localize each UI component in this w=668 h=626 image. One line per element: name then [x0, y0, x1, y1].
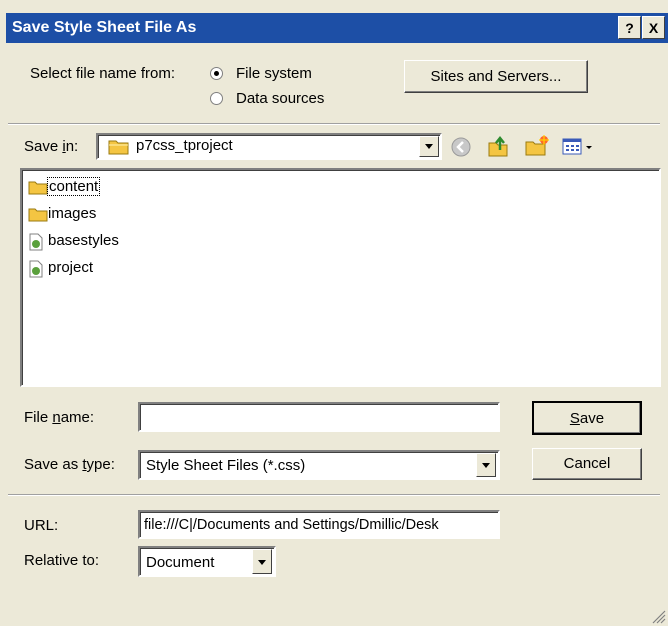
url-value: file:///C|/Documents and Settings/Dmilli…	[144, 517, 439, 533]
title-bar[interactable]: Save Style Sheet File As ? X	[6, 13, 668, 43]
save-as-type-value: Style Sheet Files (*.css)	[146, 457, 306, 474]
radio-data-sources-label[interactable]: Data sources	[236, 90, 324, 107]
relative-to-dropdown-arrow[interactable]	[252, 549, 272, 574]
file-name-label: File name:	[24, 409, 95, 426]
file-name: images	[48, 205, 97, 222]
folder-icon	[28, 206, 48, 226]
view-menu-icon[interactable]	[562, 137, 598, 162]
separator	[8, 123, 660, 125]
css-file-icon	[28, 260, 44, 282]
radio-file-system-label[interactable]: File system	[236, 65, 312, 82]
save-as-type-dropdown[interactable]: Style Sheet Files (*.css)	[138, 450, 500, 480]
file-name: basestyles	[48, 232, 119, 249]
close-button[interactable]: X	[642, 16, 665, 39]
select-from-label: Select file name from:	[30, 65, 176, 82]
url-field[interactable]: file:///C|/Documents and Settings/Dmilli…	[138, 510, 500, 539]
file-name-field[interactable]	[138, 402, 500, 432]
save-style-sheet-dialog: Save Style Sheet File As ? X Select file…	[0, 0, 668, 626]
relative-to-label: Relative to:	[24, 552, 100, 569]
save-in-label: Save in:	[24, 138, 79, 155]
css-file-icon	[28, 233, 44, 255]
file-name: project	[48, 259, 94, 276]
up-folder-icon[interactable]	[486, 134, 510, 163]
save-as-type-dropdown-arrow[interactable]	[476, 453, 496, 477]
sites-and-servers-button[interactable]: Sites and Servers...	[404, 60, 588, 93]
file-name: content	[46, 177, 101, 196]
save-in-dropdown-arrow[interactable]	[419, 136, 439, 157]
resize-grip-icon[interactable]	[650, 608, 666, 626]
save-in-folder: p7css_tproject	[136, 137, 233, 154]
radio-data-sources[interactable]	[210, 92, 223, 105]
separator	[8, 494, 660, 496]
save-in-dropdown[interactable]: p7css_tproject	[96, 133, 442, 160]
relative-to-value: Document	[146, 554, 215, 571]
folder-icon	[28, 179, 48, 199]
radio-file-system[interactable]	[210, 67, 223, 80]
relative-to-dropdown[interactable]: Document	[138, 546, 276, 577]
help-button[interactable]: ?	[618, 16, 641, 39]
file-list[interactable]: content images basestyles project	[20, 168, 661, 387]
url-label: URL:	[24, 517, 59, 534]
folder-icon	[108, 138, 130, 160]
new-folder-icon[interactable]	[524, 134, 550, 163]
save-button[interactable]: Save	[532, 401, 642, 435]
cancel-button[interactable]: Cancel	[532, 448, 642, 480]
dialog-title: Save Style Sheet File As	[12, 19, 197, 36]
save-as-type-label: Save as type:	[24, 456, 115, 473]
back-icon[interactable]	[450, 136, 472, 163]
